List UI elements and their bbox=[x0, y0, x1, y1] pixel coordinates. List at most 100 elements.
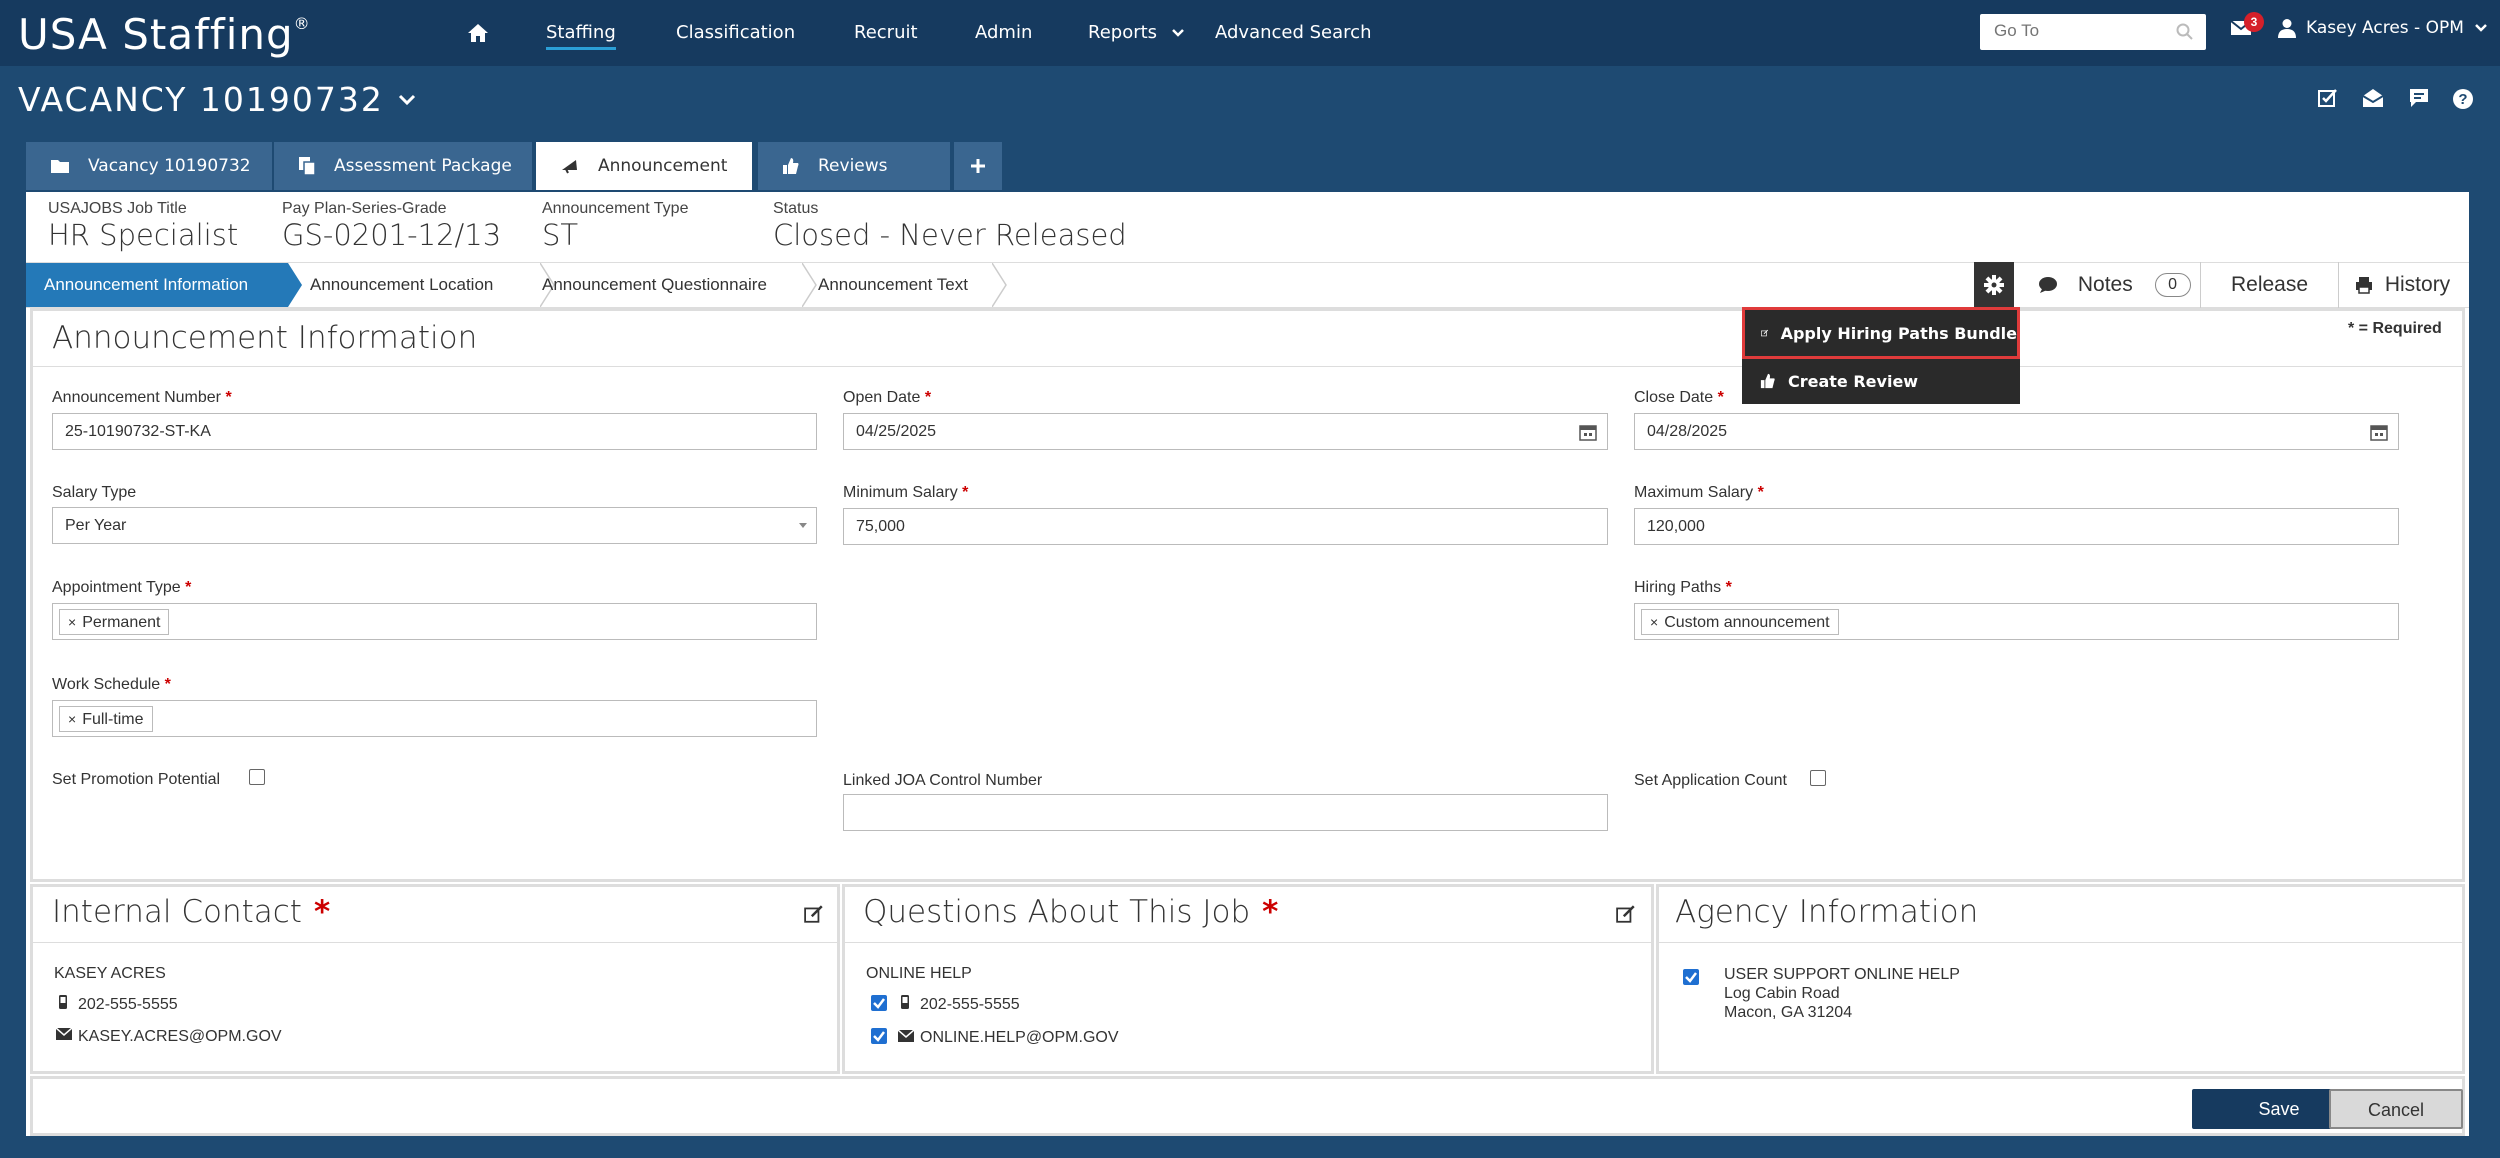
agency-checkbox[interactable] bbox=[1683, 969, 1699, 985]
notes-button[interactable]: Notes 0 bbox=[2014, 262, 2200, 308]
calendar-icon[interactable] bbox=[2370, 423, 2388, 441]
maximum-salary-label: Maximum Salary * bbox=[1634, 484, 1764, 501]
promotion-potential-checkbox[interactable] bbox=[249, 769, 265, 785]
appointment-type-chip[interactable]: × Permanent bbox=[59, 609, 170, 635]
copy-icon bbox=[299, 157, 316, 176]
help-icon[interactable]: ? bbox=[2452, 88, 2474, 110]
agency-information-title: Agency Information bbox=[1675, 894, 1979, 930]
salary-type-select[interactable]: Per Year bbox=[52, 507, 817, 544]
divider bbox=[1659, 942, 2462, 943]
subtab-announcement-questionnaire[interactable]: Announcement Questionnaire bbox=[542, 263, 767, 307]
user-menu[interactable]: Kasey Acres - OPM bbox=[2278, 18, 2488, 38]
hiring-paths-chip[interactable]: × Custom announcement bbox=[1641, 609, 1839, 635]
job-title-value: HR Specialist bbox=[48, 218, 239, 252]
open-mail-icon[interactable] bbox=[2362, 88, 2384, 108]
edit-questions-icon[interactable] bbox=[1616, 904, 1636, 924]
vacancy-title[interactable]: VACANCY 10190732 bbox=[18, 80, 416, 119]
tab-announcement-label: Announcement bbox=[598, 156, 728, 176]
work-schedule-chip[interactable]: × Full-time bbox=[59, 706, 153, 732]
phone-icon bbox=[59, 995, 67, 1009]
edit-icon bbox=[1761, 329, 1769, 337]
hiring-paths-input[interactable]: × Custom announcement bbox=[1634, 603, 2399, 640]
edit-internal-contact-icon[interactable] bbox=[804, 904, 824, 924]
nav-classification[interactable]: Classification bbox=[676, 22, 795, 43]
questions-email-checkbox[interactable] bbox=[871, 1028, 887, 1044]
chevron-down-icon bbox=[398, 94, 415, 105]
linked-joa-label: Linked JOA Control Number bbox=[843, 772, 1043, 789]
internal-contact-title: Internal Contact * bbox=[52, 894, 331, 930]
application-count-checkbox[interactable] bbox=[1810, 770, 1826, 786]
salary-type-value: Per Year bbox=[65, 517, 127, 534]
thumbs-up-icon bbox=[1760, 373, 1775, 389]
thumbs-up-icon bbox=[783, 158, 799, 174]
status-value: Closed - Never Released bbox=[773, 218, 1127, 252]
card-title: Announcement Information bbox=[52, 320, 478, 356]
gear-icon bbox=[1984, 275, 2004, 295]
nav-admin[interactable]: Admin bbox=[975, 22, 1032, 43]
maximum-salary-input[interactable]: 120,000 bbox=[1634, 508, 2399, 545]
history-label: History bbox=[2384, 273, 2451, 296]
envelope-icon bbox=[56, 1028, 72, 1040]
tab-assessment-package[interactable]: Assessment Package bbox=[274, 142, 532, 190]
notes-count-badge: 0 bbox=[2154, 273, 2191, 298]
questions-title: Questions About This Job * bbox=[863, 894, 1279, 930]
mail-count-badge: 3 bbox=[2244, 12, 2264, 32]
tab-vacancy[interactable]: Vacancy 10190732 bbox=[26, 142, 272, 190]
create-review-item[interactable]: Create Review bbox=[1742, 359, 2020, 403]
subtab-announcement-text[interactable]: Announcement Text bbox=[818, 263, 968, 307]
announcement-type-value: ST bbox=[542, 218, 579, 252]
printer-icon bbox=[2356, 277, 2372, 295]
ppsg-value: GS-0201-12/13 bbox=[282, 218, 502, 252]
apply-hiring-paths-bundle-item[interactable]: Apply Hiring Paths Bundle bbox=[1742, 307, 2020, 359]
checkbox-task-icon[interactable] bbox=[2318, 88, 2338, 108]
open-date-label: Open Date * bbox=[843, 389, 932, 406]
tab-announcement[interactable]: Announcement bbox=[536, 142, 752, 190]
close-date-label: Close Date * bbox=[1634, 389, 1724, 406]
caret-down-icon bbox=[799, 523, 807, 528]
app-logo[interactable]: USA Staffing® bbox=[18, 10, 311, 59]
questions-phone-checkbox[interactable] bbox=[871, 995, 887, 1011]
history-button[interactable]: History bbox=[2338, 262, 2469, 308]
remove-chip-icon[interactable]: × bbox=[1650, 614, 1658, 630]
announcement-number-input[interactable]: 25-10190732-ST-KA bbox=[52, 413, 817, 450]
phone-icon bbox=[901, 995, 909, 1009]
remove-chip-icon[interactable]: × bbox=[68, 614, 76, 630]
minimum-salary-input[interactable]: 75,000 bbox=[843, 508, 1608, 545]
vacancy-title-text: VACANCY 10190732 bbox=[18, 80, 384, 119]
open-date-input[interactable]: 04/25/2025 bbox=[843, 413, 1608, 450]
subtab-announcement-information[interactable]: Announcement Information bbox=[26, 263, 288, 307]
questions-email: ONLINE.HELP@OPM.GOV bbox=[920, 1029, 1119, 1046]
tab-vacancy-label: Vacancy 10190732 bbox=[88, 156, 251, 176]
salary-type-label: Salary Type bbox=[52, 484, 137, 501]
home-icon[interactable] bbox=[466, 22, 490, 44]
questions-contact-name: ONLINE HELP bbox=[866, 965, 972, 982]
plus-icon bbox=[971, 159, 985, 173]
internal-contact-name: KASEY ACRES bbox=[54, 965, 166, 982]
work-schedule-input[interactable]: × Full-time bbox=[52, 700, 817, 737]
internal-contact-phone: 202-555-5555 bbox=[78, 996, 178, 1013]
tab-reviews[interactable]: Reviews bbox=[758, 142, 950, 190]
release-button[interactable]: Release bbox=[2200, 262, 2338, 308]
nav-staffing[interactable]: Staffing bbox=[546, 22, 616, 50]
settings-gear-button[interactable] bbox=[1974, 262, 2014, 308]
announcement-number-label: Announcement Number * bbox=[52, 389, 232, 406]
calendar-icon[interactable] bbox=[1579, 423, 1597, 441]
linked-joa-input[interactable] bbox=[843, 794, 1608, 831]
nav-reports[interactable]: Reports bbox=[1088, 22, 1185, 43]
remove-chip-icon[interactable]: × bbox=[68, 711, 76, 727]
folder-icon bbox=[51, 160, 69, 173]
goto-search-box[interactable] bbox=[1980, 14, 2206, 50]
divider bbox=[845, 942, 1651, 943]
user-icon bbox=[2278, 19, 2296, 38]
search-icon[interactable] bbox=[2176, 23, 2194, 41]
close-date-input[interactable]: 04/28/2025 bbox=[1634, 413, 2399, 450]
nav-advanced-search[interactable]: Advanced Search bbox=[1215, 22, 1371, 43]
appointment-type-input[interactable]: × Permanent bbox=[52, 603, 817, 640]
subtab-announcement-location[interactable]: Announcement Location bbox=[310, 263, 493, 307]
chat-icon[interactable] bbox=[2408, 88, 2430, 108]
cancel-button[interactable]: Cancel bbox=[2329, 1089, 2463, 1129]
close-date-value: 04/28/2025 bbox=[1647, 423, 1728, 440]
nav-recruit[interactable]: Recruit bbox=[854, 22, 918, 43]
add-tab-button[interactable] bbox=[954, 142, 1002, 190]
goto-input[interactable] bbox=[1994, 14, 2174, 48]
